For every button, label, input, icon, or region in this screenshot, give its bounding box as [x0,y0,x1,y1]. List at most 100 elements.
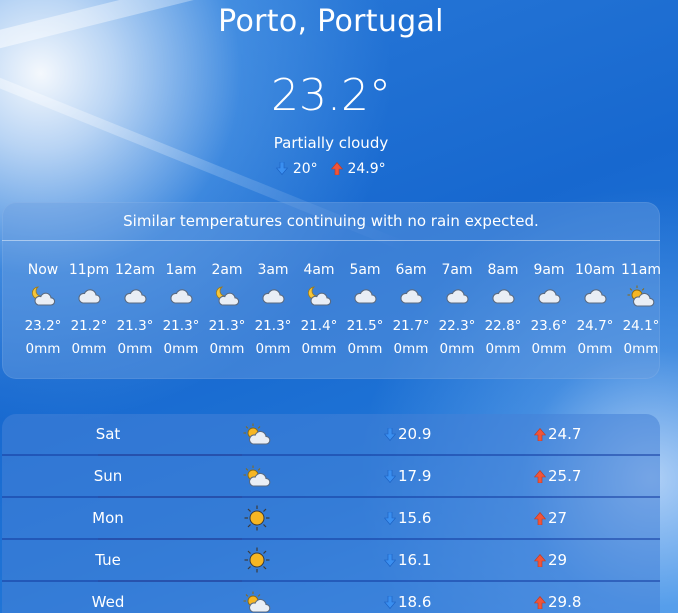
hourly-item: Now 23.2° 0mm [20,260,66,360]
up-arrow-icon [534,551,548,569]
current-condition: Partially cloudy [273,134,389,152]
daily-row[interactable]: Wed 18.6 29.8 [2,582,660,613]
hourly-summary: Similar temperatures continuing with no … [2,202,660,241]
hour-temperature: 21.3° [208,318,246,334]
hour-temperature: 24.1° [622,318,660,334]
cloud-icon [250,282,296,310]
day-low-value: 17.9 [398,467,432,485]
day-low-value: 15.6 [398,509,432,527]
day-high: 25.7 [534,456,581,496]
up-arrow-icon [534,593,548,611]
hour-time: 10am [574,262,616,278]
hourly-item: 12am 21.3° 0mm [112,260,158,360]
hour-temperature: 23.6° [530,318,568,334]
day-high-value: 27 [548,509,568,527]
day-low-value: 18.6 [398,593,432,611]
day-low: 18.6 [384,582,431,613]
up-arrow-icon [534,509,548,527]
day-name: Sat [95,425,121,443]
day-high: 24.7 [534,414,581,454]
cloud-icon [342,282,388,310]
day-high-value: 24.7 [548,425,582,443]
hour-time: 3am [257,262,289,278]
day-name: Mon [92,509,124,527]
day-name: Sun [93,467,123,485]
hour-temperature: 21.3° [254,318,292,334]
daily-row[interactable]: Mon 15.6 27 [2,498,660,540]
down-arrow-icon [384,425,398,443]
hourly-forecast-strip[interactable]: Now 23.2° 0mm 11pm 21.2° 0mm 12am 21.3° 0mm 1am 21… [20,260,660,360]
hour-time: 7am [441,262,473,278]
hour-time: 6am [395,262,427,278]
day-low-value: 20.9 [398,425,432,443]
partly-cloudy-night-icon [296,282,342,310]
partly-cloudy-night-icon [20,282,66,310]
day-low: 20.9 [384,414,431,454]
day-high: 27 [534,498,567,538]
cloud-icon [158,282,204,310]
hour-time: 4am [303,262,335,278]
hour-rain: 0mm [209,341,245,357]
hourly-item: 1am 21.3° 0mm [158,260,204,360]
hour-rain: 0mm [393,341,429,357]
hourly-item: 11pm 21.2° 0mm [66,260,112,360]
day-high: 29.8 [534,582,581,613]
cloud-icon [572,282,618,310]
hour-temperature: 21.3° [116,318,154,334]
sun-icon [243,547,271,573]
down-arrow-icon [384,593,398,611]
hour-rain: 0mm [25,341,61,357]
hourly-item: 3am 21.3° 0mm [250,260,296,360]
partly-cloudy-day-icon [243,463,271,489]
hour-time: 5am [349,262,381,278]
down-arrow-icon [384,509,398,527]
daily-forecast-panel: Sat 20.9 24.7 Sun 17.9 25.7 Mon 15.6 27 Tue 16.1 29… [2,414,660,613]
hour-temperature: 22.8° [484,318,522,334]
hour-time: Now [27,262,59,278]
day-low: 15.6 [384,498,431,538]
hour-time: 11pm [68,262,110,278]
hour-temperature: 24.7° [576,318,614,334]
down-arrow-icon [276,161,289,175]
daily-row[interactable]: Sat 20.9 24.7 [2,414,660,456]
hour-rain: 0mm [71,341,107,357]
day-name: Wed [91,593,125,611]
daily-row[interactable]: Sun 17.9 25.7 [2,456,660,498]
location-title: Porto, Portugal [218,4,444,39]
hourly-item: 4am 21.4° 0mm [296,260,342,360]
hour-time: 12am [114,262,156,278]
current-high: 24.9° [347,161,386,177]
hourly-item: 7am 22.3° 0mm [434,260,480,360]
down-arrow-icon [384,467,398,485]
cloud-icon [112,282,158,310]
hourly-item: 9am 23.6° 0mm [526,260,572,360]
hour-temperature: 21.5° [346,318,384,334]
hour-temperature: 21.7° [392,318,430,334]
hour-time: 8am [487,262,519,278]
current-min-max: 20° 24.9° [0,161,662,177]
hour-time: 9am [533,262,565,278]
hour-time: 2am [211,262,243,278]
partly-cloudy-day-icon [243,421,271,447]
hour-rain: 0mm [439,341,475,357]
hourly-item: 11am 24.1° 0mm [618,260,660,360]
hour-rain: 0mm [623,341,659,357]
day-high-value: 29.8 [548,593,582,611]
hour-time: 1am [165,262,197,278]
daily-row[interactable]: Tue 16.1 29 [2,540,660,582]
hour-rain: 0mm [301,341,337,357]
hourly-forecast-panel[interactable]: Similar temperatures continuing with no … [2,202,660,379]
cloud-icon [66,282,112,310]
hour-rain: 0mm [163,341,199,357]
hour-rain: 0mm [255,341,291,357]
hourly-item: 8am 22.8° 0mm [480,260,526,360]
partly-cloudy-day-icon [618,282,660,310]
hourly-item: 10am 24.7° 0mm [572,260,618,360]
sun-icon [243,505,271,531]
hourly-item: 2am 21.3° 0mm [204,260,250,360]
day-low: 17.9 [384,456,431,496]
current-temperature: 23.2° [271,70,391,121]
day-low-value: 16.1 [398,551,432,569]
hour-temperature: 21.3° [162,318,200,334]
day-low: 16.1 [384,540,431,580]
